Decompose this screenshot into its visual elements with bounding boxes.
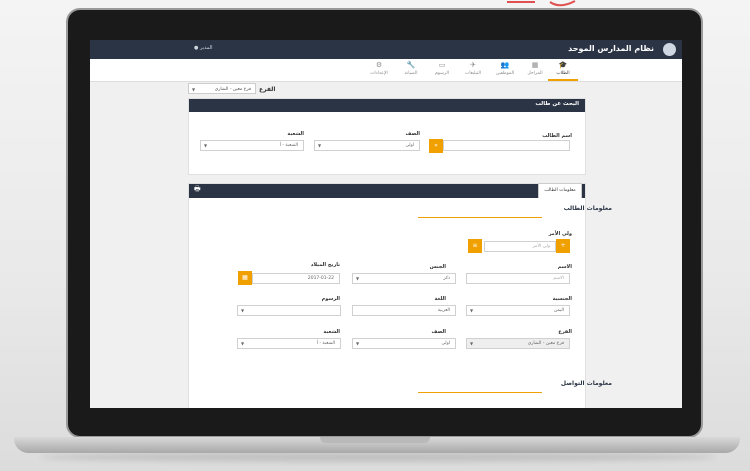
search-section-select[interactable]: ▼ الشعبة - أ	[200, 140, 304, 151]
guardian-search-button[interactable]: ≡	[468, 239, 482, 253]
main-nav: 🎓 الطلاب ▦ المراحل 👥 الموظفين ✈ التبليغا…	[90, 59, 682, 82]
student-info-title: معلومات الطالب	[563, 205, 612, 212]
branch-select[interactable]: ▼ فرع معين - الشاري	[188, 83, 256, 94]
contact-info-title: معلومات التواصل	[560, 380, 612, 387]
school-logo-icon	[663, 43, 676, 56]
search-grade-value: اولى	[405, 143, 414, 148]
search-button[interactable]: »	[429, 139, 443, 153]
nav-settings[interactable]: ⚙ الإعدادات	[364, 61, 394, 79]
student-name-input[interactable]	[443, 140, 570, 151]
nav-label: التبليغات	[465, 71, 481, 76]
fees-label: الرسوم	[321, 296, 340, 302]
grade-select[interactable]: ▼ اولى	[352, 338, 456, 349]
caret-down-icon: ▼	[241, 308, 245, 313]
branch-select-value: فرع معين - الشاري	[214, 87, 251, 92]
search-grade-label: الصف	[405, 131, 420, 137]
dob-input[interactable]: 2017-01-22	[252, 273, 340, 284]
paper-plane-icon: ✈	[470, 61, 476, 69]
nationality-select[interactable]: ▼ اليمن	[466, 305, 570, 316]
section-value: الشعبة - أ	[316, 341, 335, 346]
nav-label: الإعدادات	[370, 71, 388, 76]
section-underline	[418, 392, 542, 393]
name-label: الاسم	[557, 264, 572, 270]
tab-student-info[interactable]: معلومات الطالب	[538, 183, 582, 198]
money-icon: ▭	[438, 61, 446, 69]
caret-down-icon: ▼	[470, 308, 474, 313]
caret-down-icon: ▼	[204, 143, 208, 148]
branch-label: الفرع	[259, 86, 276, 93]
search-card-header: البحث عن طالب	[189, 99, 585, 112]
wrench-icon: 🔧	[406, 61, 416, 69]
nav-students[interactable]: 🎓 الطلاب	[548, 61, 578, 81]
add-guardian-button[interactable]: +	[556, 239, 570, 253]
calendar-icon[interactable]: ▦	[238, 271, 252, 285]
nav-stages[interactable]: ▦ المراحل	[520, 61, 550, 79]
nav-employees[interactable]: 👥 الموظفين	[490, 61, 520, 79]
grade-label: الصف	[431, 329, 446, 335]
name-input[interactable]: الاسم	[466, 273, 570, 284]
print-icon[interactable]: 🖶	[194, 185, 201, 196]
branch-field-label: الفرع	[558, 329, 572, 335]
caret-down-icon: ▼	[241, 341, 245, 346]
language-value: العربية	[437, 308, 450, 313]
top-bar: نظام المدارس الموحد ● المدير	[90, 40, 682, 59]
section-underline	[418, 217, 542, 218]
nationality-value: اليمن	[553, 308, 564, 313]
nav-label: الموظفين	[495, 71, 515, 76]
language-label: اللغة	[434, 296, 447, 302]
fees-select[interactable]: ▼	[237, 305, 341, 316]
nav-maintenance[interactable]: 🔧 الصيانة	[396, 61, 426, 79]
search-section-label: الشعبة	[287, 131, 304, 137]
user-menu[interactable]: ● المدير	[194, 45, 213, 51]
nav-label: الصيانة	[404, 71, 418, 76]
nationality-label: الجنسية	[552, 296, 572, 302]
nav-label: الطلاب	[556, 71, 570, 76]
caret-down-icon: ▼	[192, 87, 196, 92]
grid-icon: ▦	[531, 61, 539, 69]
caret-down-icon: ▼	[356, 276, 360, 281]
section-select[interactable]: ▼ الشعبة - أ	[237, 338, 341, 349]
nav-fees[interactable]: ▭ الرسوم	[427, 61, 457, 79]
branch-field-select[interactable]: ▼ فرع معين - الشاري	[466, 338, 570, 349]
section-label: الشعبة	[323, 329, 340, 335]
guardian-input[interactable]: ولي الأمر	[484, 241, 556, 252]
graduation-cap-icon: 🎓	[558, 61, 568, 69]
nav-notifications[interactable]: ✈ التبليغات	[458, 61, 488, 79]
grade-value: اولى	[441, 341, 450, 346]
guardian-label: ولي الأمر	[548, 231, 572, 237]
gender-label: الجنس	[429, 264, 446, 270]
app-screen: نظام المدارس الموحد ● المدير 🎓 الطلاب ▦ …	[90, 40, 682, 408]
search-grade-select[interactable]: ▼ اولى	[314, 140, 420, 151]
student-name-label: اسم الطالب	[542, 133, 572, 139]
search-section-value: الشعبة - أ	[279, 143, 298, 148]
caret-down-icon: ▼	[470, 341, 474, 346]
info-card-header	[189, 184, 585, 198]
laptop-notch	[320, 437, 430, 443]
users-icon: 👥	[500, 61, 510, 69]
app-title: نظام المدارس الموحد	[568, 44, 654, 53]
language-select[interactable]: العربية	[352, 305, 456, 316]
nav-label: الرسوم	[435, 71, 449, 76]
branch-field-value: فرع معين - الشاري	[527, 341, 564, 346]
nav-label: المراحل	[527, 71, 543, 76]
caret-down-icon: ▼	[356, 341, 360, 346]
gear-icon: ⚙	[375, 61, 383, 69]
laptop-shadow	[40, 452, 716, 462]
dob-label: تاريخ الميلاد	[310, 262, 340, 268]
search-card-title: البحث عن طالب	[535, 101, 579, 107]
caret-down-icon: ▼	[318, 143, 322, 148]
gender-value: ذكر	[443, 276, 450, 281]
gender-select[interactable]: ▼ ذكر	[352, 273, 456, 284]
